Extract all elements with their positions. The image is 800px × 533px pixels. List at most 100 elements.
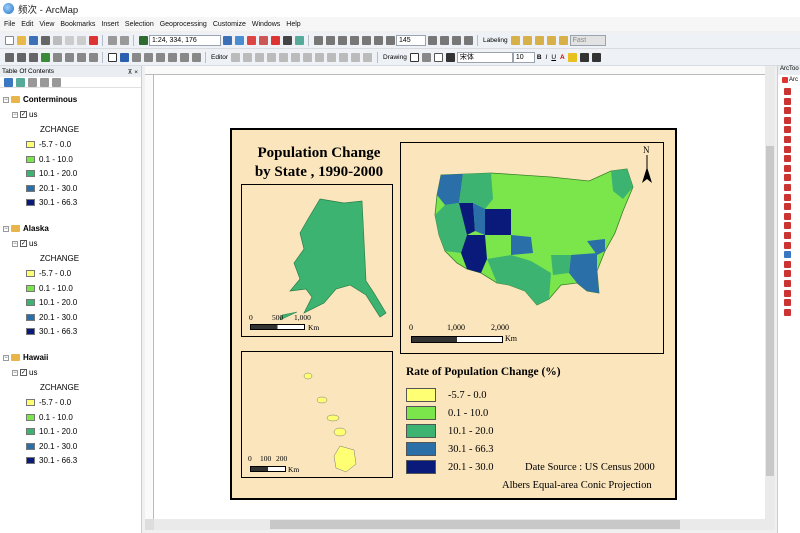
toc-class-item[interactable]: 0.1 - 10.0 bbox=[26, 413, 73, 422]
toc-class-item[interactable]: 10.1 - 20.0 bbox=[26, 298, 77, 307]
menu-view[interactable]: View bbox=[39, 21, 54, 28]
menu-file[interactable]: File bbox=[4, 21, 15, 28]
toolbox-item-icon[interactable] bbox=[784, 280, 791, 287]
horizontal-scrollbar[interactable] bbox=[154, 519, 775, 530]
edit-vertices-icon[interactable] bbox=[291, 53, 301, 62]
forward-extent-icon[interactable] bbox=[76, 53, 86, 62]
toolbox-item-icon[interactable] bbox=[784, 222, 791, 230]
toc-layer[interactable]: − ✓ us bbox=[12, 368, 37, 377]
python-icon[interactable] bbox=[282, 36, 292, 45]
fixed-zoom-icon[interactable] bbox=[52, 53, 62, 62]
toolbox-item-icon[interactable] bbox=[784, 251, 791, 259]
collapse-icon[interactable]: − bbox=[12, 240, 18, 247]
data-driven-pages-icon[interactable] bbox=[463, 36, 473, 45]
toolbox-item-icon[interactable] bbox=[784, 203, 791, 211]
toolbox-item-icon[interactable] bbox=[784, 299, 791, 307]
menu-bookmarks[interactable]: Bookmarks bbox=[60, 21, 95, 28]
paste-icon[interactable] bbox=[76, 36, 86, 45]
toolbox-item-icon[interactable] bbox=[784, 260, 791, 268]
alaska-data-frame[interactable]: 0 500 1,000 Km bbox=[241, 184, 393, 337]
save-icon[interactable] bbox=[28, 36, 38, 45]
vertical-scrollbar[interactable] bbox=[765, 66, 775, 519]
toc-field-heading[interactable]: ZCHANGE bbox=[40, 254, 79, 263]
toc-class-item[interactable]: -5.7 - 0.0 bbox=[26, 269, 71, 278]
focus-frame-icon[interactable] bbox=[439, 36, 449, 45]
toolbox-item-icon[interactable] bbox=[784, 164, 791, 172]
zoom-whole-page-icon[interactable] bbox=[349, 36, 359, 45]
toolbox-item-icon[interactable] bbox=[784, 193, 791, 201]
label-manager-icon[interactable] bbox=[511, 36, 521, 45]
toolbox-item-icon[interactable] bbox=[784, 241, 791, 249]
open-icon[interactable] bbox=[16, 36, 26, 45]
new-icon[interactable] bbox=[4, 36, 14, 45]
view-unplaced-icon[interactable] bbox=[559, 36, 569, 45]
toolbox-item-icon[interactable] bbox=[784, 88, 791, 95]
draw-select-icon[interactable] bbox=[410, 53, 420, 62]
font-size-combo[interactable]: 10 bbox=[512, 52, 535, 63]
lock-labels-icon[interactable] bbox=[547, 36, 557, 45]
zoom-100-icon[interactable] bbox=[361, 36, 371, 45]
font-combo[interactable]: 宋体 bbox=[456, 52, 513, 63]
viewer-icon[interactable] bbox=[191, 53, 201, 62]
arctoolbox-icon[interactable] bbox=[270, 36, 280, 45]
full-extent-icon[interactable] bbox=[40, 53, 50, 62]
list-by-drawing-order-icon[interactable] bbox=[3, 77, 13, 87]
bold-button[interactable]: B bbox=[537, 54, 542, 61]
select-elements-icon[interactable] bbox=[107, 53, 117, 62]
italic-button[interactable]: I bbox=[546, 54, 548, 61]
toc-data-frame[interactable]: − Hawaii bbox=[3, 353, 48, 362]
menu-customize[interactable]: Customize bbox=[213, 21, 246, 28]
toc-layer[interactable]: − ✓ us bbox=[12, 110, 37, 119]
pan-icon[interactable] bbox=[28, 53, 38, 62]
toolbox-item-icon[interactable] bbox=[784, 126, 791, 134]
layer-visibility-checkbox[interactable]: ✓ bbox=[20, 369, 27, 376]
toc-field-heading[interactable]: ZCHANGE bbox=[40, 125, 79, 134]
toc-data-frame[interactable]: − Alaska bbox=[3, 224, 49, 233]
collapse-icon[interactable]: − bbox=[12, 111, 18, 118]
delete-icon[interactable] bbox=[88, 36, 98, 45]
text-icon[interactable] bbox=[446, 53, 456, 62]
font-color-button[interactable]: A bbox=[560, 54, 565, 61]
fill-color-icon[interactable] bbox=[568, 53, 578, 62]
layout-zoom-in-icon[interactable] bbox=[313, 36, 323, 45]
layout-zoom-out-icon[interactable] bbox=[325, 36, 335, 45]
cut-icon[interactable] bbox=[52, 36, 62, 45]
label-priority-icon[interactable] bbox=[523, 36, 533, 45]
toc-class-item[interactable]: -5.7 - 0.0 bbox=[26, 140, 71, 149]
zoom-in-icon[interactable] bbox=[4, 53, 14, 62]
layer-visibility-checkbox[interactable]: ✓ bbox=[20, 240, 27, 247]
toolbox-item-icon[interactable] bbox=[784, 308, 791, 316]
toc-pin-close[interactable]: ⊼ × bbox=[128, 68, 138, 76]
layout-pan-icon[interactable] bbox=[337, 36, 347, 45]
toolbox-item-icon[interactable] bbox=[784, 184, 791, 191]
toc-layer[interactable]: − ✓ us bbox=[12, 239, 37, 248]
toc-class-item[interactable]: 20.1 - 30.0 bbox=[26, 184, 77, 193]
back-extent-icon[interactable] bbox=[64, 53, 74, 62]
html-popup-icon[interactable] bbox=[167, 53, 177, 62]
toolbox-item-icon[interactable] bbox=[784, 289, 791, 297]
undo-icon[interactable] bbox=[107, 36, 117, 45]
identify-icon[interactable] bbox=[119, 53, 129, 62]
labeling-menu[interactable]: Labeling bbox=[483, 37, 508, 44]
collapse-icon[interactable]: − bbox=[3, 225, 9, 232]
toc-class-item[interactable]: 20.1 - 30.0 bbox=[26, 442, 77, 451]
toc-class-item[interactable]: -5.7 - 0.0 bbox=[26, 398, 71, 407]
toolbox-item-icon[interactable] bbox=[784, 232, 791, 239]
toolbox-item-icon[interactable] bbox=[784, 155, 791, 163]
measure-icon[interactable] bbox=[143, 53, 153, 62]
menu-insert[interactable]: Insert bbox=[101, 21, 119, 28]
menu-selection[interactable]: Selection bbox=[125, 21, 154, 28]
collapse-icon[interactable]: − bbox=[3, 96, 9, 103]
toggle-draft-icon[interactable] bbox=[427, 36, 437, 45]
map-scale-combo[interactable]: 1:24, 334, 176 bbox=[149, 35, 221, 46]
split-icon[interactable] bbox=[327, 53, 337, 62]
attributes-icon[interactable] bbox=[351, 53, 361, 62]
label-weight-icon[interactable] bbox=[535, 36, 545, 45]
underline-button[interactable]: U bbox=[551, 54, 556, 61]
select-features-icon[interactable] bbox=[88, 53, 98, 62]
toc-options-icon[interactable] bbox=[51, 77, 61, 87]
toc-class-item[interactable]: 20.1 - 30.0 bbox=[26, 313, 77, 322]
point-icon[interactable] bbox=[279, 53, 289, 62]
endpoint-arc-icon[interactable] bbox=[255, 53, 265, 62]
editor-toolbar-icon[interactable] bbox=[222, 36, 232, 45]
